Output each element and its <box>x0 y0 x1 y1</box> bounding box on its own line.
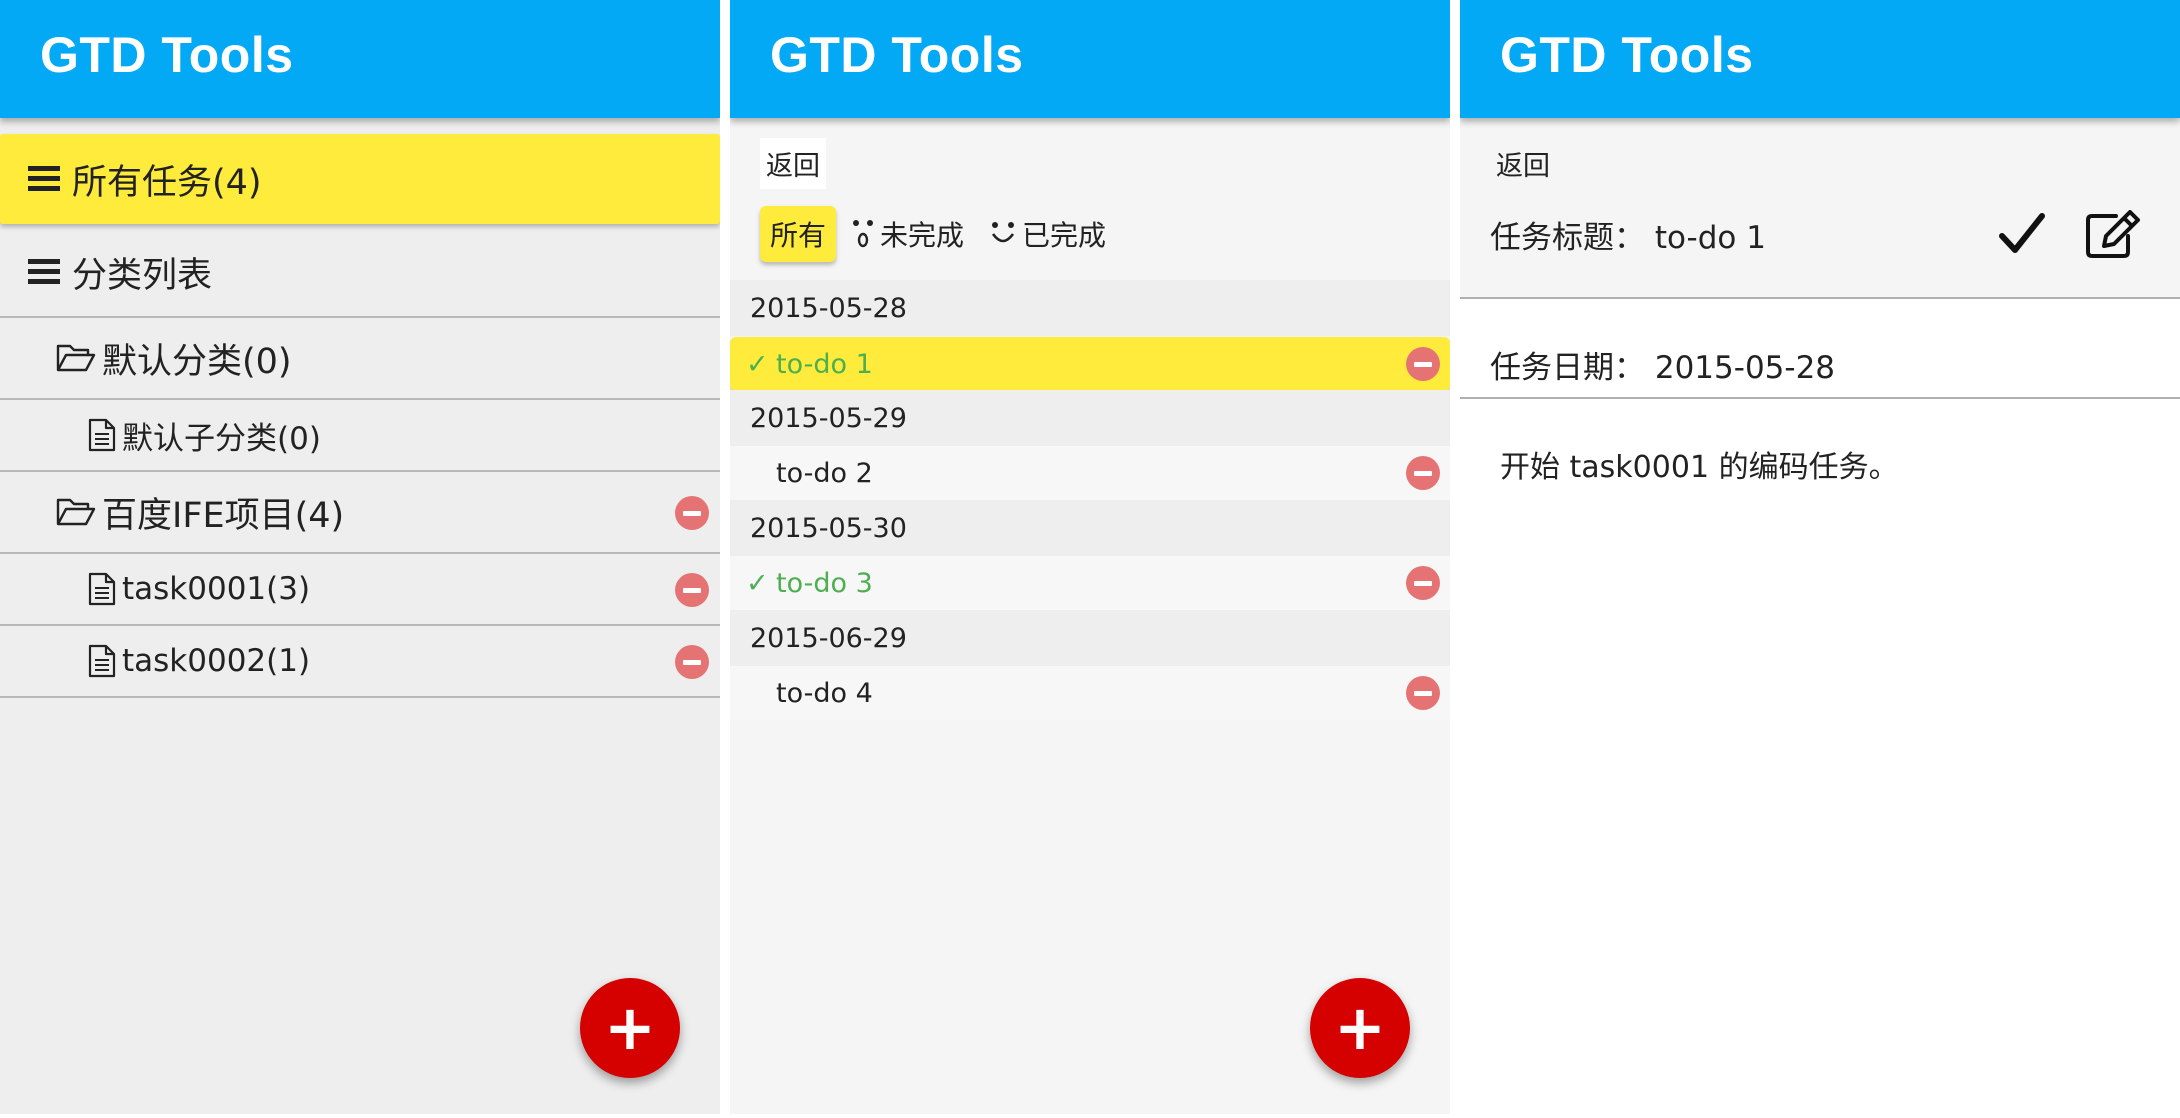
app-title: GTD Tools <box>40 27 294 83</box>
task-title-value: to-do 1 <box>1654 220 1766 256</box>
back-button[interactable]: 返回 <box>1490 138 1556 189</box>
task-date-value: 2015-05-28 <box>1654 350 1836 386</box>
task-name: to-do 3 <box>776 567 873 599</box>
add-category-button[interactable]: + <box>580 978 680 1078</box>
divider <box>1460 297 2180 299</box>
date-group-header: 2015-05-29 <box>730 390 1450 446</box>
check-icon: ✓ <box>746 567 769 599</box>
filter-all-button[interactable]: 所有 <box>760 206 837 262</box>
subcategory-label: task0001(3) <box>122 571 311 607</box>
filter-complete-label: 已完成 <box>1022 219 1107 252</box>
frown-face-icon <box>853 220 874 248</box>
list-icon <box>28 259 60 285</box>
subcategory-item-default[interactable]: 默认子分类(0) <box>0 400 720 472</box>
smile-face-icon <box>991 222 1015 243</box>
category-item-baidu-ife[interactable]: 百度IFE项目(4) <box>0 472 720 554</box>
document-icon <box>88 418 116 452</box>
date-group-header: 2015-06-29 <box>730 610 1450 666</box>
complete-check-icon[interactable] <box>1998 210 2046 258</box>
divider <box>1460 397 2180 399</box>
back-button[interactable]: 返回 <box>760 138 826 189</box>
task-description: 开始 task0001 的编码任务。 <box>1500 450 1899 485</box>
task-item[interactable]: to-do 4 <box>730 666 1450 720</box>
task-date-label: 任务日期： <box>1490 350 1645 386</box>
delete-icon[interactable] <box>675 573 709 607</box>
add-task-button[interactable]: + <box>1310 978 1410 1078</box>
subcategory-item-task0002[interactable]: task0002(1) <box>0 626 720 698</box>
document-icon <box>88 572 116 606</box>
category-label: 百度IFE项目(4) <box>102 495 345 536</box>
category-list-header: 分类列表 <box>0 228 720 318</box>
task-filter-bar: 所有 未完成 已完成 <box>760 206 1132 262</box>
task-list-panel: GTD Tools 返回 所有 未完成 已完成 2015-05-28 ✓ to-… <box>730 0 1450 1114</box>
delete-icon[interactable] <box>675 496 709 530</box>
date-group-header: 2015-05-28 <box>730 280 1450 336</box>
folder-open-icon <box>56 344 96 372</box>
task-item[interactable]: ✓ to-do 3 <box>730 556 1450 610</box>
category-item-default[interactable]: 默认分类(0) <box>0 318 720 400</box>
subcategory-label: 默认子分类(0) <box>122 420 321 457</box>
app-title: GTD Tools <box>770 27 1024 83</box>
delete-icon[interactable] <box>1406 566 1440 600</box>
app-bar: GTD Tools <box>0 0 720 118</box>
category-label: 默认分类(0) <box>102 341 292 382</box>
list-icon <box>28 166 60 192</box>
filter-incomplete-label: 未完成 <box>880 219 965 252</box>
task-detail-panel: GTD Tools 返回 任务标题： to-do 1 任务日期： 2015-05… <box>1460 0 2180 1114</box>
check-icon: ✓ <box>746 348 769 380</box>
document-icon <box>88 644 116 678</box>
detail-header-area <box>1460 118 2180 298</box>
subcategory-item-task0001[interactable]: task0001(3) <box>0 554 720 626</box>
app-bar: GTD Tools <box>1460 0 2180 118</box>
task-title-line: 任务标题： to-do 1 <box>1490 212 1766 257</box>
date-group-header: 2015-05-30 <box>730 500 1450 556</box>
filter-incomplete-button[interactable]: 未完成 <box>852 214 964 254</box>
delete-icon[interactable] <box>1406 347 1440 381</box>
all-tasks-label: 所有任务(4) <box>72 162 262 203</box>
task-item[interactable]: to-do 2 <box>730 446 1450 500</box>
edit-icon[interactable] <box>2084 210 2144 260</box>
plus-icon: + <box>1334 991 1386 1064</box>
task-name: to-do 1 <box>776 348 873 380</box>
delete-icon[interactable] <box>675 645 709 679</box>
task-name: to-do 2 <box>776 457 873 489</box>
subcategory-label: task0002(1) <box>122 643 311 679</box>
delete-icon[interactable] <box>1406 676 1440 710</box>
app-bar: GTD Tools <box>730 0 1450 118</box>
filter-complete-button[interactable]: 已完成 <box>990 214 1106 254</box>
task-name: to-do 4 <box>776 677 873 709</box>
app-title: GTD Tools <box>1500 27 1754 83</box>
category-list-label: 分类列表 <box>72 255 213 296</box>
task-date-line: 任务日期： 2015-05-28 <box>1490 342 1835 387</box>
plus-icon: + <box>604 991 656 1064</box>
category-panel: GTD Tools 所有任务(4) 分类列表 默认分类(0) 默认子分类(0) <box>0 0 720 1114</box>
task-title-label: 任务标题： <box>1490 220 1645 256</box>
all-tasks-item[interactable]: 所有任务(4) <box>0 134 720 224</box>
folder-open-icon <box>56 498 96 526</box>
task-item[interactable]: ✓ to-do 1 <box>730 337 1450 391</box>
delete-icon[interactable] <box>1406 456 1440 490</box>
